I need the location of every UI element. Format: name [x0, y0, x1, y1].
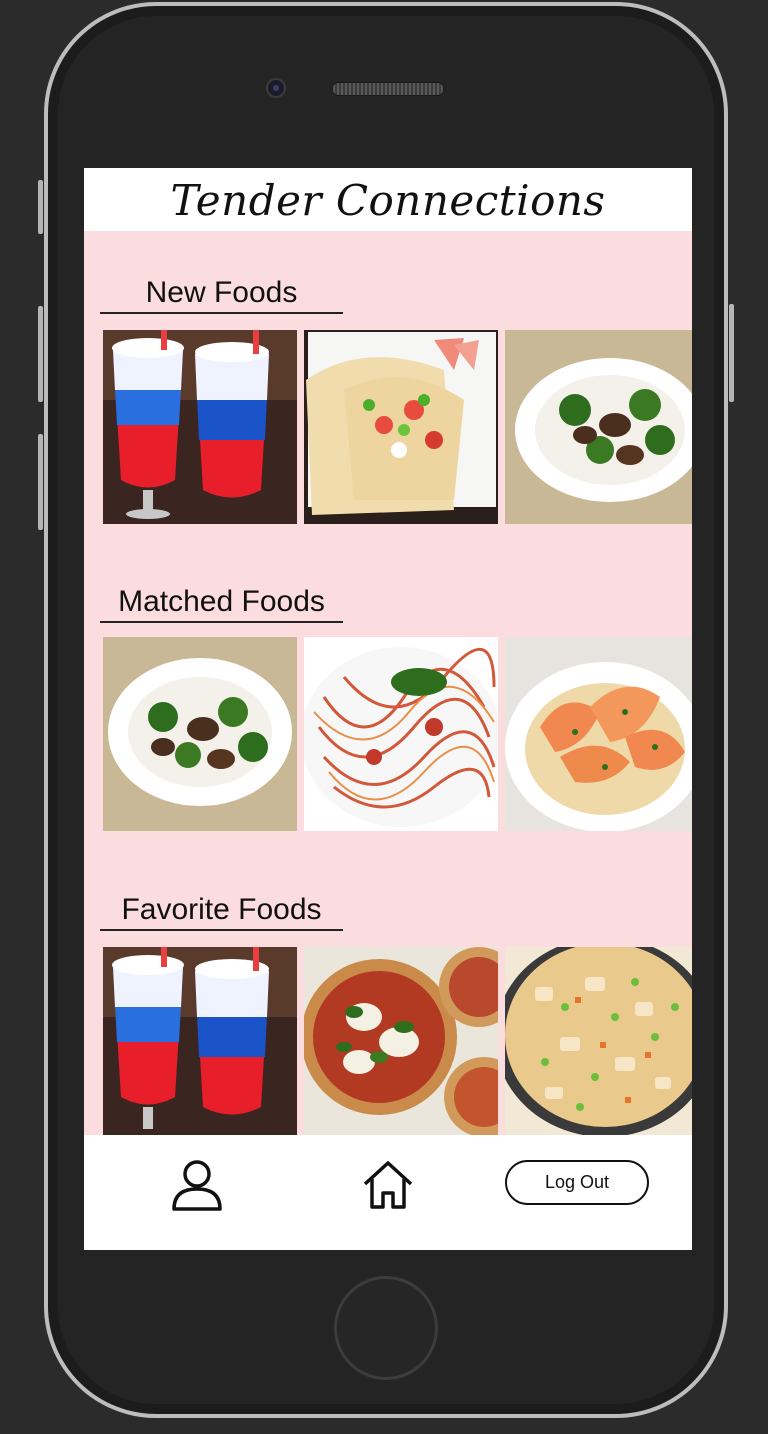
section-title-new-foods: New Foods: [100, 276, 343, 314]
home-icon[interactable]: [360, 1157, 416, 1213]
user-icon[interactable]: [169, 1157, 225, 1213]
chicken-fried-rice-image: [505, 947, 692, 1141]
food-tile[interactable]: [304, 330, 498, 524]
volume-up-button: [38, 306, 43, 402]
spaghetti-image: [304, 637, 498, 831]
food-tile[interactable]: [103, 637, 297, 831]
layered-slush-drink-image: [103, 330, 297, 524]
home-hardware-button[interactable]: [334, 1276, 438, 1380]
section-title-matched-foods: Matched Foods: [100, 585, 343, 623]
food-tile[interactable]: [505, 947, 692, 1141]
section-title-favorite-foods: Favorite Foods: [100, 893, 343, 931]
garlic-shrimp-image: [505, 637, 692, 831]
layered-slush-drink-image: [103, 947, 297, 1141]
new-foods-row: [103, 330, 692, 524]
beef-broccoli-image: [103, 637, 297, 831]
basil-pizza-image: [304, 947, 498, 1141]
power-button: [729, 304, 734, 402]
matched-foods-row: [103, 637, 692, 831]
food-tile[interactable]: [103, 947, 297, 1141]
silent-switch: [38, 180, 43, 234]
front-camera: [266, 78, 286, 98]
food-tile[interactable]: [505, 330, 692, 524]
food-tile[interactable]: [304, 947, 498, 1141]
fish-tacos-image: [304, 330, 498, 524]
app-header: Tender Connections: [84, 168, 692, 231]
food-tile[interactable]: [505, 637, 692, 831]
earpiece-speaker: [332, 82, 444, 96]
food-tile[interactable]: [304, 637, 498, 831]
beef-broccoli-image: [505, 330, 692, 524]
app-title: Tender Connections: [170, 176, 606, 225]
volume-down-button: [38, 434, 43, 530]
app-screen: Tender Connections New Foods Matched Foo…: [84, 168, 692, 1250]
favorite-foods-row: [103, 947, 692, 1141]
food-tile[interactable]: [103, 330, 297, 524]
bottom-nav-bar: Log Out: [84, 1135, 692, 1250]
logout-button[interactable]: Log Out: [505, 1160, 649, 1205]
